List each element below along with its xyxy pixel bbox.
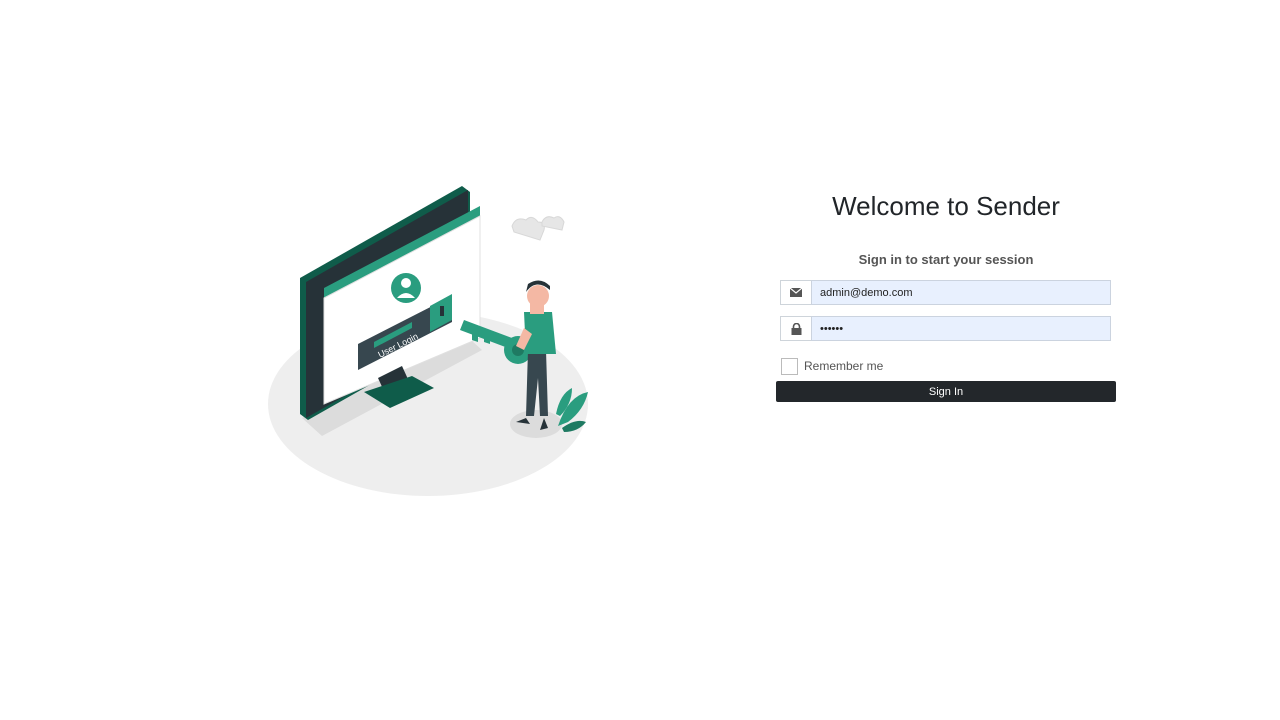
login-panel: Welcome to Sender Sign in to start your …	[776, 186, 1116, 402]
login-illustration: User Login	[268, 186, 588, 496]
email-field[interactable]	[811, 280, 1111, 305]
password-input-group	[780, 316, 1111, 341]
remember-me-row: Remember me	[781, 357, 1116, 375]
email-input-group	[780, 280, 1111, 305]
login-page: User Login Welcome to Sender Sign in to …	[0, 0, 1280, 720]
password-field[interactable]	[811, 316, 1111, 341]
page-title: Welcome to Sender	[832, 191, 1060, 221]
envelope-icon	[780, 280, 811, 305]
sign-in-button[interactable]: Sign In	[776, 381, 1116, 402]
login-subtitle: Sign in to start your session	[858, 252, 1034, 267]
lock-icon	[780, 316, 811, 341]
remember-me-label[interactable]: Remember me	[804, 359, 883, 373]
remember-me-checkbox[interactable]	[781, 357, 798, 375]
